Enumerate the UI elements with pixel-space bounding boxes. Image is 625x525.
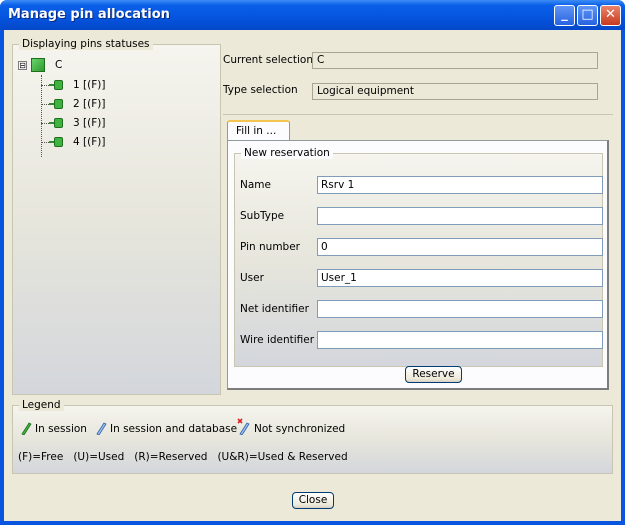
tree-root-label: C (55, 59, 63, 71)
tree-branch-line (41, 103, 49, 105)
tree-pin-row[interactable]: 1 [(F)] (41, 77, 105, 93)
pin-free-icon (49, 98, 63, 110)
pins-status-group-label: Displaying pins statuses (19, 38, 153, 50)
user-label: User (240, 272, 264, 284)
user-field[interactable] (317, 269, 603, 287)
legend-not-synchronized: Not synchronized (254, 423, 346, 435)
pin-number-field[interactable] (317, 238, 603, 256)
pin-free-icon (49, 117, 63, 129)
close-button[interactable]: Close (292, 492, 334, 509)
tab-fill-in[interactable]: Fill in ... (227, 120, 290, 142)
name-field[interactable] (317, 176, 603, 194)
reserve-button[interactable]: Reserve (405, 366, 462, 383)
new-reservation-group-label: New reservation (241, 147, 333, 159)
legend-in-session: In session (35, 423, 87, 435)
window-title: Manage pin allocation (8, 7, 170, 22)
collapse-toggle-icon[interactable]: ⊟ (18, 60, 27, 70)
tree-root-row[interactable]: ⊟ C (18, 57, 62, 73)
subtype-label: SubType (240, 210, 285, 222)
legend-group-label: Legend (19, 399, 64, 411)
title-bar[interactable]: Manage pin allocation _ □ ✕ (0, 0, 625, 30)
type-selection-field: Logical equipment (312, 83, 598, 100)
pin-label: 2 [(F)] (73, 98, 106, 110)
close-window-button[interactable]: ✕ (600, 5, 621, 26)
in-session-database-pin-icon (96, 422, 107, 435)
minimize-button[interactable]: _ (554, 5, 575, 26)
new-reservation-group: New reservation Name SubType Pin number … (234, 147, 603, 367)
connector-icon (31, 58, 45, 72)
tree-branch-line (41, 141, 49, 143)
pins-status-group: Displaying pins statuses ⊟ C 1 [(F)] 2 [… (12, 38, 221, 395)
manage-pin-allocation-window: Manage pin allocation _ □ ✕ Displaying p… (0, 0, 625, 525)
pin-free-icon (49, 79, 63, 91)
tree-branch-line (41, 122, 49, 124)
legend-group: Legend In session In session and databas… (12, 399, 613, 474)
separator (223, 114, 613, 115)
current-selection-label: Current selection (223, 54, 313, 66)
not-synchronized-pin-icon (237, 418, 250, 435)
in-session-pin-icon (21, 422, 32, 435)
maximize-button[interactable]: □ (577, 5, 598, 26)
legend-status-codes: (F)=Free (U)=Used (R)=Reserved (U&R)=Use… (18, 451, 348, 463)
tree-branch-line (41, 84, 49, 86)
net-identifier-field[interactable] (317, 300, 603, 318)
legend-in-session-database: In session and database (110, 423, 238, 435)
wire-identifier-label: Wire identifier (240, 334, 315, 346)
wire-identifier-field[interactable] (317, 331, 603, 349)
tree-pin-row[interactable]: 3 [(F)] (41, 115, 105, 131)
current-selection-field: C (312, 52, 598, 69)
tree-pin-row[interactable]: 4 [(F)] (41, 134, 105, 150)
pin-label: 4 [(F)] (73, 136, 106, 148)
pin-label: 1 [(F)] (73, 79, 106, 91)
pin-label: 3 [(F)] (73, 117, 106, 129)
pin-free-icon (49, 136, 63, 148)
dialog-body: Displaying pins statuses ⊟ C 1 [(F)] 2 [… (4, 30, 621, 521)
subtype-field[interactable] (317, 207, 603, 225)
type-selection-label: Type selection (223, 84, 298, 96)
net-identifier-label: Net identifier (240, 303, 309, 315)
name-label: Name (240, 179, 271, 191)
tree-pin-row[interactable]: 2 [(F)] (41, 96, 105, 112)
fill-in-tab-panel: New reservation Name SubType Pin number … (227, 140, 609, 390)
pin-number-label: Pin number (240, 241, 300, 253)
